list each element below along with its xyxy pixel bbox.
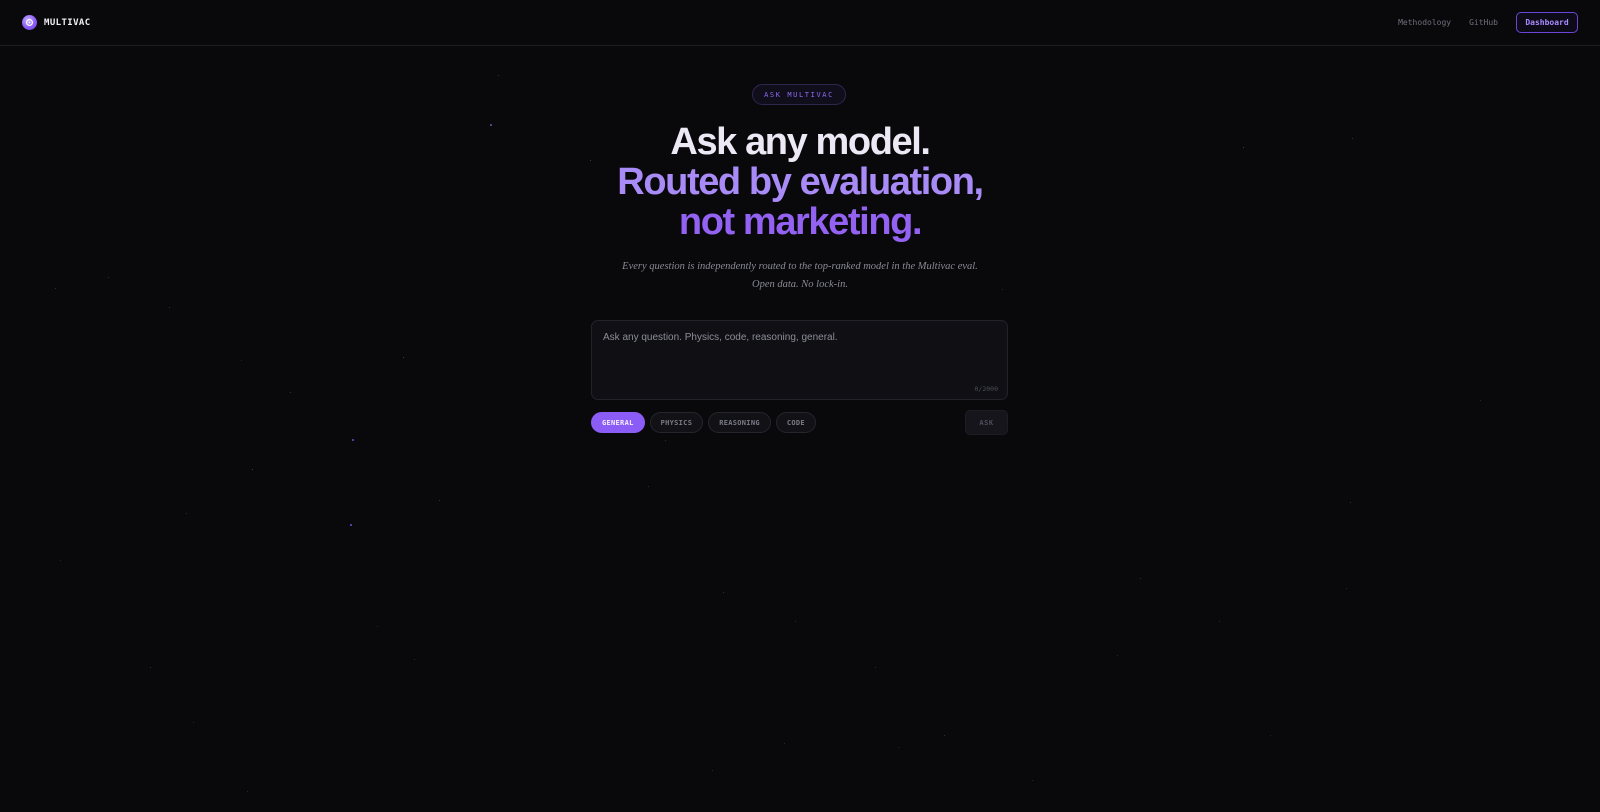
page: MULTIVAC Methodology GitHub Dashboard AS… bbox=[0, 0, 1600, 812]
category-chip-reasoning[interactable]: REASONING bbox=[708, 412, 771, 433]
star-dot bbox=[193, 722, 194, 723]
hero-subtitle: Every question is independently routed t… bbox=[560, 258, 1040, 294]
star-dot bbox=[795, 621, 796, 622]
star-dot bbox=[498, 75, 499, 76]
headline-line-2: Routed by evaluation, bbox=[617, 161, 984, 203]
star-dot bbox=[290, 392, 291, 393]
star-dot bbox=[875, 667, 876, 668]
star-dot bbox=[60, 560, 61, 561]
star-dot bbox=[350, 524, 352, 526]
category-chip-code[interactable]: CODE bbox=[775, 412, 816, 433]
hero-headline: Ask any model. Routed by evaluation, not… bbox=[500, 122, 1100, 242]
star-dot bbox=[1117, 655, 1118, 656]
star-dot bbox=[186, 513, 187, 514]
category-selector: GENERAL PHYSICS REASONING CODE bbox=[591, 412, 816, 433]
star-dot bbox=[648, 486, 649, 487]
question-box: 0/2000 bbox=[591, 320, 1008, 400]
brand-name: MULTIVAC bbox=[44, 17, 91, 28]
star-dot bbox=[712, 770, 713, 771]
top-bar: MULTIVAC Methodology GitHub Dashboard bbox=[0, 0, 1600, 46]
star-dot bbox=[252, 469, 253, 470]
top-nav: Methodology GitHub Dashboard bbox=[1398, 12, 1578, 33]
star-dot bbox=[944, 735, 945, 736]
star-dot bbox=[784, 743, 785, 744]
star-dot bbox=[55, 288, 56, 289]
star-dot bbox=[1346, 588, 1347, 589]
star-dot bbox=[1032, 780, 1033, 781]
question-input[interactable] bbox=[603, 332, 998, 382]
star-dot bbox=[1140, 578, 1141, 579]
ask-multivac-badge: ASK MULTIVAC bbox=[752, 84, 846, 105]
star-dot bbox=[665, 440, 666, 441]
multivac-logo-icon bbox=[22, 15, 37, 30]
category-chip-physics[interactable]: PHYSICS bbox=[649, 412, 704, 433]
star-dot bbox=[1352, 138, 1353, 139]
brand[interactable]: MULTIVAC bbox=[22, 15, 91, 30]
star-dot bbox=[898, 747, 899, 748]
nav-link-methodology[interactable]: Methodology bbox=[1398, 18, 1451, 27]
category-chip-general[interactable]: GENERAL bbox=[591, 412, 645, 433]
subtitle-line-1: Every question is independently routed t… bbox=[622, 261, 978, 272]
star-dot bbox=[150, 667, 151, 668]
star-dot bbox=[247, 791, 248, 792]
subtitle-line-2: Open data. No lock-in. bbox=[752, 279, 848, 290]
star-dot bbox=[414, 659, 415, 660]
headline-line-3: not marketing. bbox=[678, 201, 923, 243]
nav-link-github[interactable]: GitHub bbox=[1469, 18, 1498, 27]
star-dot bbox=[1219, 621, 1220, 622]
star-dot bbox=[1243, 147, 1244, 148]
headline-line-1: Ask any model. bbox=[670, 121, 931, 163]
star-dot bbox=[352, 439, 354, 441]
ask-button[interactable]: ASK bbox=[965, 410, 1008, 435]
star-dot bbox=[439, 500, 440, 501]
star-dot bbox=[1350, 502, 1351, 503]
star-dot bbox=[377, 626, 378, 627]
dashboard-button[interactable]: Dashboard bbox=[1516, 12, 1578, 33]
star-dot bbox=[490, 124, 492, 126]
star-dot bbox=[403, 357, 404, 358]
character-counter: 0/2000 bbox=[974, 385, 998, 393]
star-dot bbox=[241, 360, 242, 361]
star-dot bbox=[169, 307, 170, 308]
star-dot bbox=[108, 277, 109, 278]
star-dot bbox=[1480, 400, 1481, 401]
star-dot bbox=[1270, 735, 1271, 736]
star-dot bbox=[723, 592, 724, 593]
